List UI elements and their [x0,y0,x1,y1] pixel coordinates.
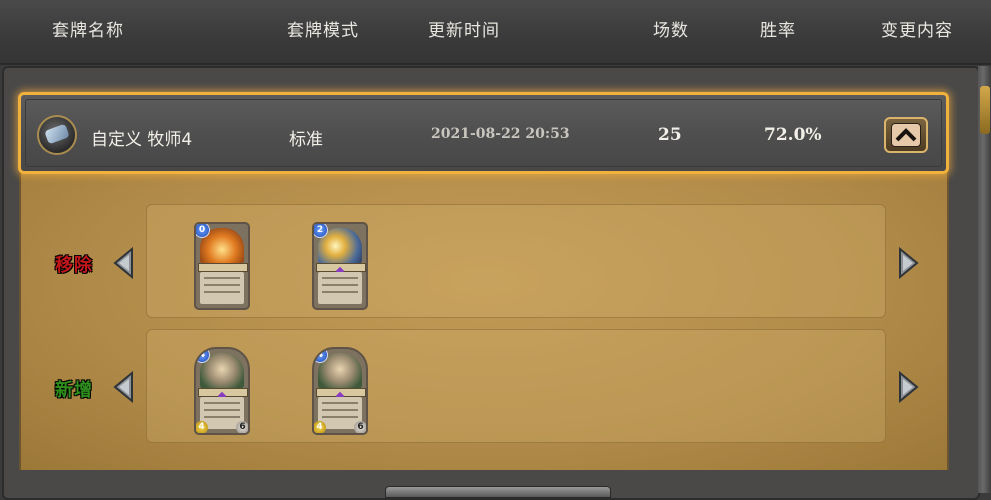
collapse-button[interactable] [884,117,928,153]
deck-games-count: 25 [658,125,682,145]
attack-value: 4 [314,421,326,433]
health-value: 6 [354,421,366,433]
column-header-updated-time[interactable]: 更新时间 [428,16,500,41]
column-header-games[interactable]: 场数 [653,16,689,41]
removed-next-arrow-icon[interactable] [896,247,920,279]
column-header-winrate[interactable]: 胜率 [760,16,796,41]
column-header-deck-mode[interactable]: 套牌模式 [287,16,359,41]
mana-cost: 2 [314,224,328,238]
mana-cost: 4 [314,349,328,363]
removed-prev-arrow-icon[interactable] [112,247,136,279]
chevron-up-icon [895,128,917,142]
deck-name: 自定义 牧师4 [91,130,193,150]
added-next-arrow-icon[interactable] [896,371,920,403]
removed-cards-panel: 0 2 [146,204,886,318]
deck-winrate: 72.0% [764,125,822,145]
deck-mode: 标准 [289,130,323,150]
scrollbar[interactable] [978,66,991,493]
header-divider [0,63,991,65]
removed-section-label: 移除 [55,255,93,276]
health-value: 6 [236,421,248,433]
added-card-1[interactable]: 4 4 6 [194,347,250,435]
column-header-changes[interactable]: 变更内容 [881,16,953,41]
added-section-label: 新增 [55,380,93,401]
attack-value: 4 [196,421,208,433]
removed-card-2[interactable]: 2 [312,222,368,310]
added-card-2[interactable]: 4 4 6 [312,347,368,435]
priest-class-icon [37,115,77,155]
column-header-deck-name[interactable]: 套牌名称 [52,16,124,41]
removed-card-1[interactable]: 0 [194,222,250,310]
added-cards-panel: 4 4 6 4 4 6 [146,329,886,443]
mana-cost: 4 [196,349,210,363]
deck-row-selected[interactable]: 自定义 牧师4 标准 2021-08-22 20:53 25 72.0% [18,92,949,174]
scrollbar-thumb[interactable] [980,86,990,134]
added-prev-arrow-icon[interactable] [112,371,136,403]
deck-updated-time: 2021-08-22 20:53 [431,126,570,142]
bottom-scroll-tab[interactable] [385,486,611,498]
mana-cost: 0 [196,224,210,238]
